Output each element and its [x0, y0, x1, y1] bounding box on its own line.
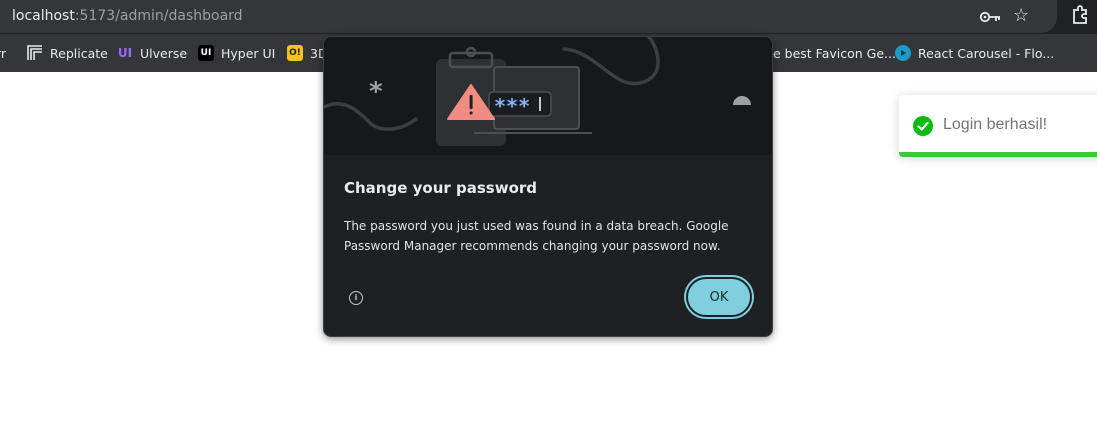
bookmark-3d[interactable]: O! 3D: [287, 44, 328, 62]
bookmark-label: Hyper UI: [221, 45, 276, 61]
replicate-icon: [27, 45, 43, 61]
url-path: :5173/admin/dashboard: [74, 8, 243, 24]
url-host: localhost: [12, 8, 75, 24]
login-success-toast[interactable]: Login berhasil!: [899, 95, 1097, 157]
bookmark-star-icon[interactable]: ☆: [1013, 6, 1029, 26]
uiverse-icon: UI: [117, 46, 133, 60]
bookmark-replicate[interactable]: Replicate: [27, 44, 108, 62]
svg-text:*: *: [369, 77, 383, 107]
toast-progress-bar: [899, 152, 1097, 157]
browser-toolbar: i localhost:5173/admin/dashboard ☆: [0, 0, 1097, 34]
bookmark-label: e best Favicon Ge...: [773, 45, 896, 61]
react-carousel-icon: [895, 45, 911, 61]
bookmark-label: rr: [0, 45, 7, 61]
bookmark-label: Ulverse: [140, 45, 188, 61]
dialog-body: The password you just used was found in …: [344, 219, 729, 253]
url-text[interactable]: localhost:5173/admin/dashboard: [12, 8, 243, 24]
dialog-title: Change your password: [344, 179, 538, 197]
masked-password-text: ***: [494, 94, 530, 118]
password-key-icon[interactable]: [980, 10, 1002, 24]
bookmark-uiverse[interactable]: UI Ulverse: [117, 44, 187, 62]
address-bar[interactable]: i localhost:5173/admin/dashboard ☆: [0, 0, 1057, 33]
bookmark-react-carousel[interactable]: React Carousel - Flo...: [895, 44, 1054, 62]
bookmark-label: React Carousel - Flo...: [918, 45, 1055, 61]
toast-message: Login berhasil!: [943, 116, 1048, 133]
info-icon[interactable]: i: [349, 291, 363, 305]
bookmark-favicon[interactable]: e best Favicon Ge...: [773, 44, 896, 62]
hyperui-icon: UI: [198, 45, 214, 61]
change-password-dialog: * *** Change your password The password …: [323, 36, 773, 337]
check-circle-icon: [913, 116, 933, 136]
bookmark-hyperui[interactable]: UI Hyper UI: [198, 44, 275, 62]
bookmark-label: Replicate: [50, 45, 108, 61]
ok-button[interactable]: OK: [686, 277, 752, 317]
extensions-icon[interactable]: [1071, 4, 1091, 26]
password-breach-illustration: * ***: [324, 37, 772, 155]
bookmark-rr[interactable]: rr: [0, 44, 6, 62]
3d-icon: O!: [287, 45, 303, 61]
